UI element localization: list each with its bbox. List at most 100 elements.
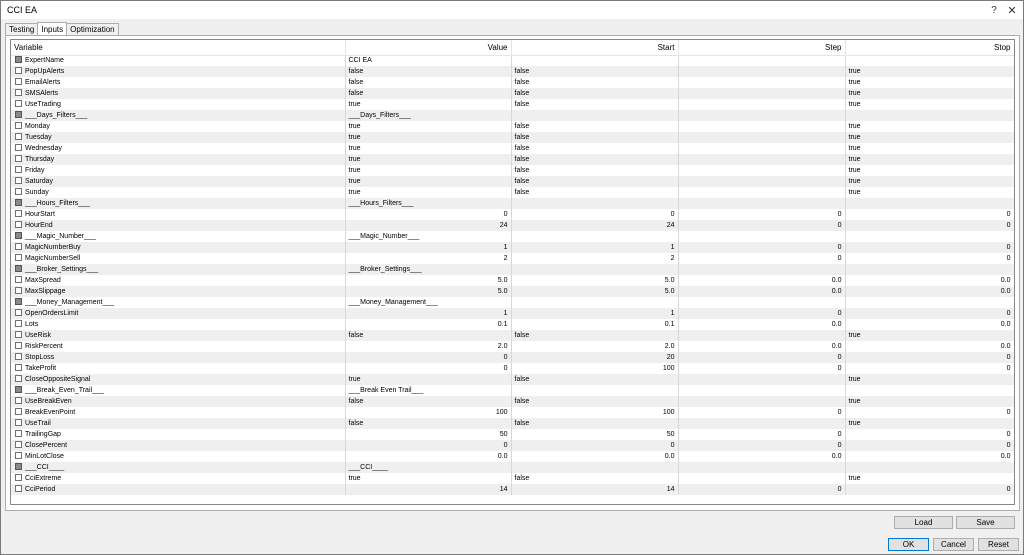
step-cell[interactable] [678, 165, 846, 176]
step-cell[interactable]: 0 [678, 363, 846, 374]
start-cell[interactable]: false [511, 154, 679, 165]
stop-cell[interactable] [845, 198, 1014, 209]
step-cell[interactable] [678, 143, 846, 154]
value-cell[interactable]: ___Hours_Filters___ [345, 198, 512, 209]
stop-cell[interactable] [845, 297, 1014, 308]
value-cell[interactable]: ___Days_Filters___ [345, 110, 512, 121]
table-row[interactable]: Friday true false true [11, 165, 1014, 176]
stop-cell[interactable]: 0 [845, 440, 1014, 451]
optimize-checkbox[interactable] [15, 121, 22, 129]
step-cell[interactable] [678, 198, 846, 209]
start-cell[interactable]: false [511, 121, 679, 132]
stop-cell[interactable]: true [845, 330, 1014, 341]
start-cell[interactable] [511, 198, 679, 209]
step-cell[interactable] [678, 297, 846, 308]
stop-cell[interactable]: true [845, 418, 1014, 429]
optimize-checkbox[interactable] [15, 418, 22, 426]
stop-cell[interactable] [845, 231, 1014, 242]
step-cell[interactable]: 0.0 [678, 286, 846, 297]
step-cell[interactable]: 0 [678, 440, 846, 451]
step-cell[interactable] [678, 396, 846, 407]
step-cell[interactable] [678, 154, 846, 165]
step-cell[interactable]: 0 [678, 308, 846, 319]
stop-cell[interactable] [845, 55, 1014, 66]
table-row[interactable]: Sunday true false true [11, 187, 1014, 198]
table-row[interactable]: MaxSpread 5.0 5.0 0.0 0.0 [11, 275, 1014, 286]
step-cell[interactable]: 0 [678, 352, 846, 363]
start-cell[interactable]: 14 [511, 484, 679, 495]
step-cell[interactable] [678, 374, 846, 385]
optimize-checkbox[interactable] [15, 484, 22, 492]
table-row[interactable]: UseBreakEven false false true [11, 396, 1014, 407]
start-cell[interactable]: 1 [511, 242, 679, 253]
start-cell[interactable]: false [511, 77, 679, 88]
optimize-checkbox[interactable] [15, 341, 22, 349]
value-cell[interactable]: CCI EA [345, 55, 512, 66]
optimize-checkbox[interactable] [15, 385, 22, 393]
value-cell[interactable]: true [345, 473, 512, 484]
stop-cell[interactable] [845, 385, 1014, 396]
value-cell[interactable]: false [345, 418, 512, 429]
start-cell[interactable]: 100 [511, 363, 679, 374]
stop-cell[interactable] [845, 110, 1014, 121]
table-row[interactable]: HourStart 0 0 0 0 [11, 209, 1014, 220]
stop-cell[interactable]: 0 [845, 242, 1014, 253]
step-cell[interactable]: 0.0 [678, 275, 846, 286]
step-cell[interactable] [678, 121, 846, 132]
step-cell[interactable] [678, 55, 846, 66]
column-header-value[interactable]: Value [345, 40, 512, 56]
stop-cell[interactable]: 0 [845, 363, 1014, 374]
stop-cell[interactable]: 0 [845, 407, 1014, 418]
optimize-checkbox[interactable] [15, 363, 22, 371]
table-row[interactable]: RiskPercent 2.0 2.0 0.0 0.0 [11, 341, 1014, 352]
value-cell[interactable]: false [345, 66, 512, 77]
start-cell[interactable] [511, 55, 679, 66]
value-cell[interactable]: true [345, 165, 512, 176]
start-cell[interactable]: 20 [511, 352, 679, 363]
table-row[interactable]: ___Hours_Filters___ ___Hours_Filters___ [11, 198, 1014, 209]
value-cell[interactable]: true [345, 121, 512, 132]
stop-cell[interactable]: true [845, 66, 1014, 77]
start-cell[interactable]: false [511, 99, 679, 110]
optimize-checkbox[interactable] [15, 88, 22, 96]
step-cell[interactable] [678, 77, 846, 88]
start-cell[interactable]: 2 [511, 253, 679, 264]
stop-cell[interactable]: 0.0 [845, 286, 1014, 297]
optimize-checkbox[interactable] [15, 286, 22, 294]
value-cell[interactable]: 5.0 [345, 275, 512, 286]
step-cell[interactable] [678, 110, 846, 121]
value-cell[interactable]: 100 [345, 407, 512, 418]
optimize-checkbox[interactable] [15, 66, 22, 74]
step-cell[interactable] [678, 88, 846, 99]
value-cell[interactable]: ___CCI____ [345, 462, 512, 473]
stop-cell[interactable]: true [845, 132, 1014, 143]
table-row[interactable]: PopUpAlerts false false true [11, 66, 1014, 77]
value-cell[interactable]: 0 [345, 363, 512, 374]
step-cell[interactable]: 0 [678, 484, 846, 495]
optimize-checkbox[interactable] [15, 176, 22, 184]
optimize-checkbox[interactable] [15, 297, 22, 305]
optimize-checkbox[interactable] [15, 407, 22, 415]
value-cell[interactable]: 1 [345, 308, 512, 319]
step-cell[interactable] [678, 385, 846, 396]
step-cell[interactable]: 0 [678, 253, 846, 264]
step-cell[interactable]: 0 [678, 220, 846, 231]
value-cell[interactable]: ___Magic_Number___ [345, 231, 512, 242]
step-cell[interactable] [678, 473, 846, 484]
optimize-checkbox[interactable] [15, 319, 22, 327]
stop-cell[interactable]: 0.0 [845, 341, 1014, 352]
value-cell[interactable]: 2 [345, 253, 512, 264]
start-cell[interactable] [511, 297, 679, 308]
stop-cell[interactable] [845, 264, 1014, 275]
stop-cell[interactable]: 0 [845, 352, 1014, 363]
start-cell[interactable]: 1 [511, 308, 679, 319]
table-row[interactable]: ___CCI____ ___CCI____ [11, 462, 1014, 473]
table-row[interactable]: UseTrading true false true [11, 99, 1014, 110]
optimize-checkbox[interactable] [15, 143, 22, 151]
value-cell[interactable]: false [345, 330, 512, 341]
optimize-checkbox[interactable] [15, 429, 22, 437]
reset-button[interactable]: Reset [978, 538, 1019, 551]
optimize-checkbox[interactable] [15, 264, 22, 272]
value-cell[interactable]: 50 [345, 429, 512, 440]
value-cell[interactable]: 0 [345, 209, 512, 220]
